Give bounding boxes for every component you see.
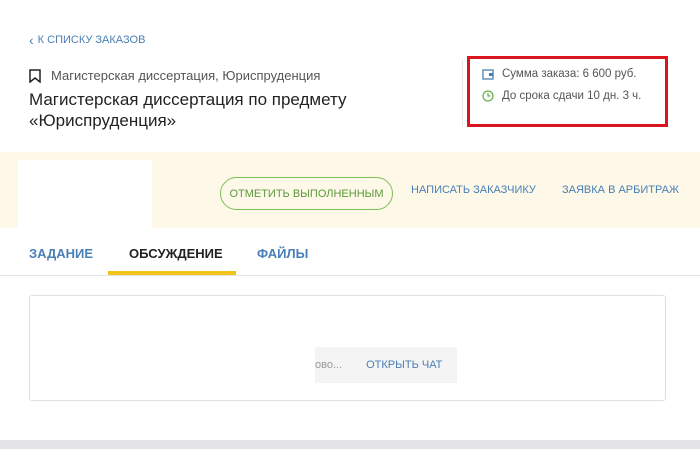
open-chat-button[interactable]: ОТКРЫТЬ ЧАТ bbox=[366, 359, 442, 371]
bottom-bar bbox=[0, 440, 700, 449]
tab-files[interactable]: ФАЙЛЫ bbox=[257, 246, 308, 261]
order-info-highlight: Сумма заказа: 6 600 руб. До срока сдачи … bbox=[467, 56, 668, 127]
mark-done-button[interactable]: ОТМЕТИТЬ ВЫПОЛНЕННЫМ bbox=[220, 177, 393, 210]
divider bbox=[462, 60, 463, 126]
clock-icon bbox=[482, 90, 494, 102]
order-sum: Сумма заказа: 6 600 руб. bbox=[482, 68, 637, 80]
blank-area bbox=[18, 160, 152, 228]
tab-task[interactable]: ЗАДАНИЕ bbox=[29, 246, 93, 261]
tabs-divider bbox=[0, 275, 700, 276]
wallet-icon bbox=[482, 69, 494, 80]
chat-preview-text: ово... bbox=[315, 359, 343, 371]
chevron-left-icon: ‹ bbox=[29, 32, 34, 48]
tab-discussion[interactable]: ОБСУЖДЕНИЕ bbox=[129, 246, 223, 261]
active-tab-indicator bbox=[108, 271, 236, 275]
arbitration-link[interactable]: ЗАЯВКА В АРБИТРАЖ bbox=[562, 184, 679, 196]
bookmark-icon[interactable] bbox=[29, 68, 41, 83]
order-title: Магистерская диссертация по предмету «Юр… bbox=[29, 90, 347, 130]
chat-preview[interactable]: ово... ОТКРЫТЬ ЧАТ bbox=[315, 347, 457, 383]
order-deadline: До срока сдачи 10 дн. 3 ч. bbox=[482, 90, 641, 102]
write-customer-link[interactable]: НАПИСАТЬ ЗАКАЗЧИКУ bbox=[411, 184, 536, 196]
back-to-orders-link[interactable]: ‹ К СПИСКУ ЗАКАЗОВ bbox=[29, 32, 145, 48]
order-category: Магистерская диссертация, Юриспруденция bbox=[29, 68, 320, 83]
